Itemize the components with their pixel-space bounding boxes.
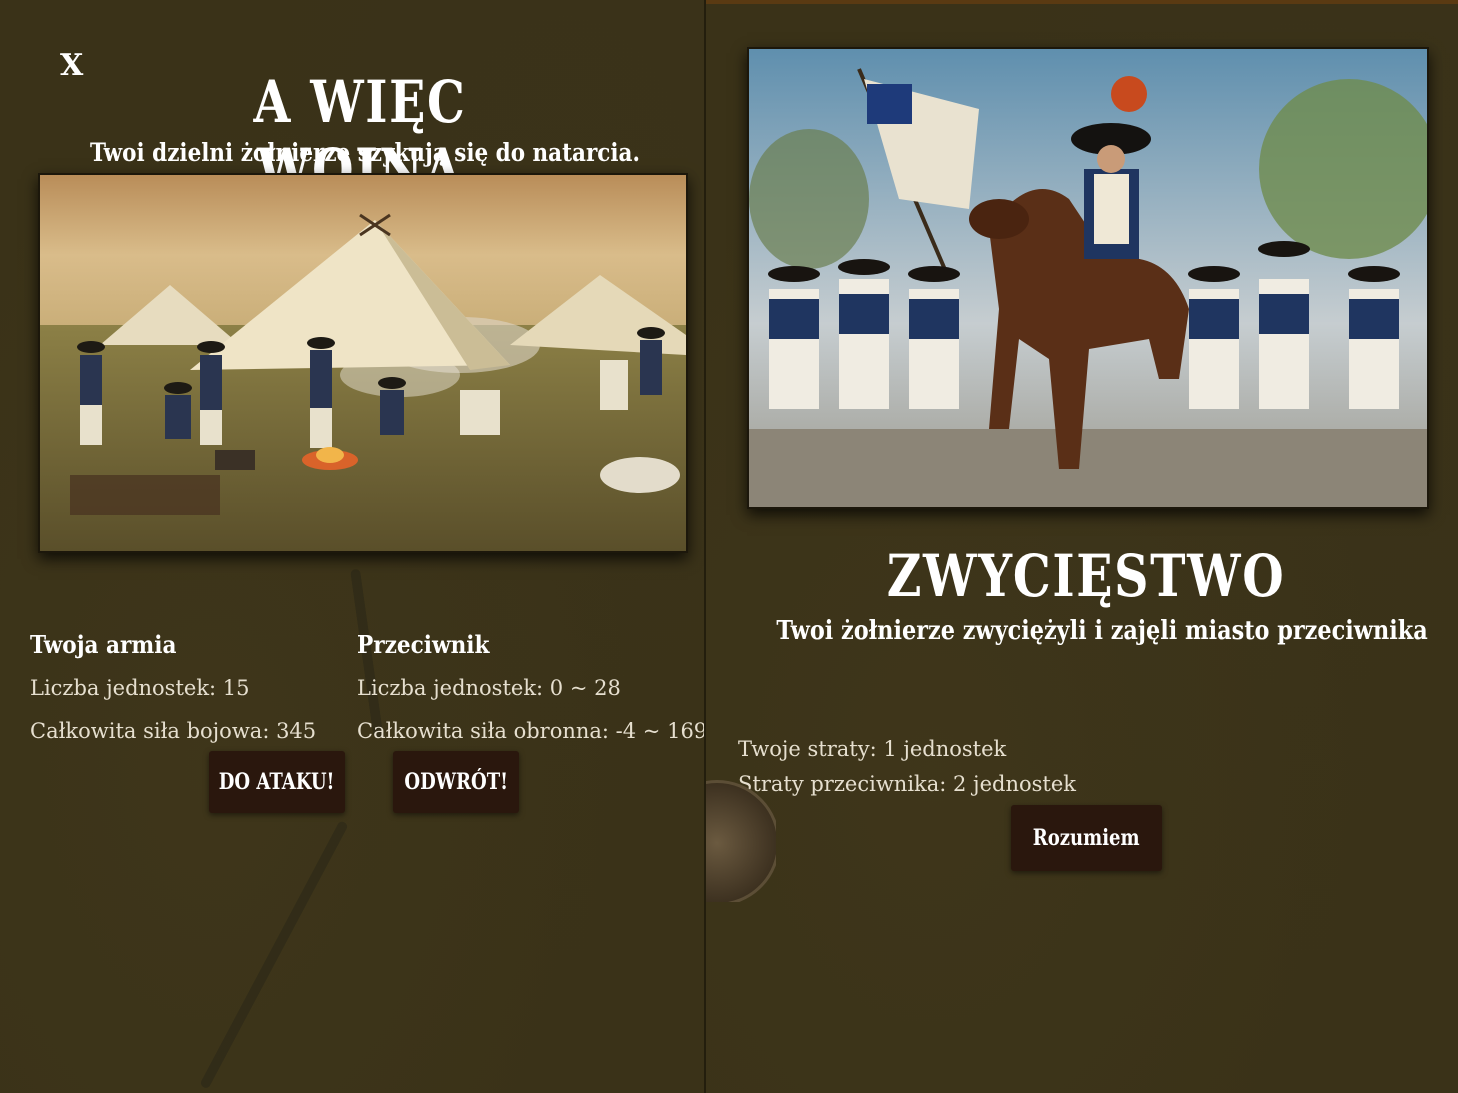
- enemy-heading: Przeciwnik: [357, 630, 490, 659]
- city-map-marker[interactable]: [706, 780, 776, 902]
- war-subtitle: Twoi dzielni żołnierze szykują się do na…: [90, 138, 640, 167]
- player-army-heading: Twoja armia: [30, 630, 177, 659]
- victory-dialog: ZWYCIĘSTWO Twoi żołnierze zwyciężyli i z…: [706, 0, 1458, 1093]
- player-combat-power: Całkowita siła bojowa: 345: [30, 719, 317, 743]
- attack-button[interactable]: DO ATAKU!: [209, 751, 345, 813]
- cavalry-charge-image: [747, 47, 1429, 509]
- victory-title: ZWYCIĘSTWO: [886, 542, 1286, 610]
- retreat-button[interactable]: ODWRÓT!: [393, 751, 519, 813]
- close-button[interactable]: X: [60, 48, 83, 83]
- retreat-button-label: ODWRÓT!: [404, 769, 508, 795]
- player-unit-count: Liczba jednostek: 15: [30, 676, 250, 700]
- cavalry-charge-illustration: [749, 49, 1427, 507]
- army-camp-image: [38, 173, 688, 553]
- confirm-button-label: Rozumiem: [1033, 825, 1140, 851]
- enemy-losses: Straty przeciwnika: 2 jednostek: [738, 772, 1076, 796]
- war-dialog: X A WIĘC WOJNA Twoi dzielni żołnierze sz…: [0, 0, 706, 1093]
- player-losses: Twoje straty: 1 jednostek: [738, 737, 1007, 761]
- confirm-button[interactable]: Rozumiem: [1011, 805, 1162, 871]
- victory-subtitle: Twoi żołnierze zwyciężyli i zajęli miast…: [776, 616, 1428, 646]
- attack-button-label: DO ATAKU!: [219, 769, 335, 795]
- enemy-unit-count: Liczba jednostek: 0 ~ 28: [357, 676, 621, 700]
- enemy-defense-power: Całkowita siła obronna: -4 ~ 169: [357, 719, 706, 743]
- army-camp-illustration: [40, 175, 686, 551]
- map-river: [199, 820, 349, 1090]
